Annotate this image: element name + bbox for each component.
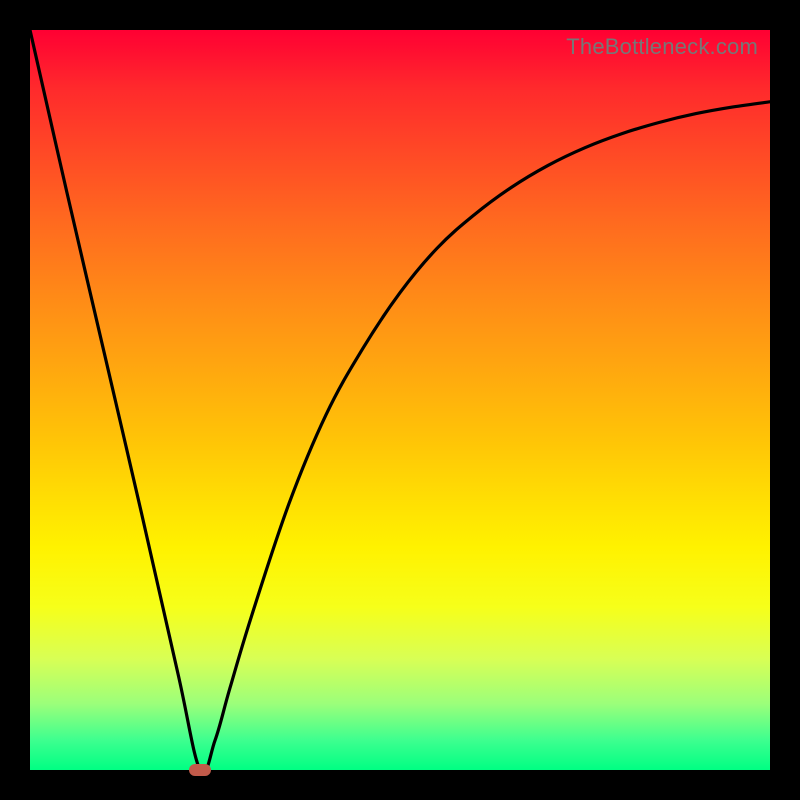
bottleneck-curve (30, 30, 770, 770)
min-point-marker (189, 764, 211, 776)
plot-area: TheBottleneck.com (30, 30, 770, 770)
chart-frame: TheBottleneck.com (0, 0, 800, 800)
